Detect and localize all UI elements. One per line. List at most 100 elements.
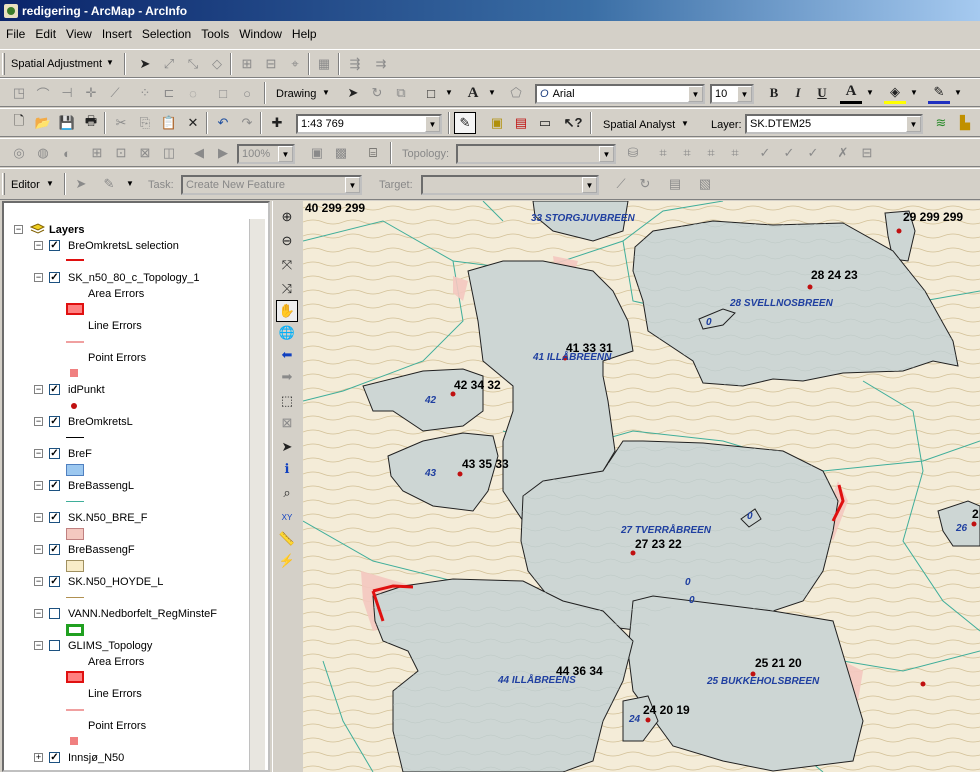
limited-adjustment-area-icon[interactable]: ⊟ [260, 53, 282, 75]
editor-toolbar-icon[interactable]: ✎ [454, 112, 476, 134]
measure-icon[interactable]: 📏 [276, 528, 298, 550]
full-extent-icon[interactable]: 🌐 [276, 322, 298, 344]
next-extent-icon[interactable]: ▶ [212, 142, 234, 164]
modify-link-icon[interactable]: ⤡ [182, 53, 204, 75]
open-folder-icon[interactable]: 📂 [32, 112, 54, 134]
collapse-icon[interactable]: − [34, 513, 43, 522]
toggle-draft-icon[interactable]: ▣ [306, 142, 328, 164]
georef-icon-6[interactable]: ⁘ [134, 82, 156, 104]
save-icon[interactable]: 💾 [56, 112, 78, 134]
chevron-down-icon[interactable]: ▼ [126, 179, 134, 188]
fixed-zoom-out-icon[interactable]: ⤨ [276, 278, 298, 300]
chevron-down-icon[interactable]: ▼ [106, 58, 114, 67]
error-inspector-icon[interactable]: ⊟ [856, 142, 878, 164]
undo-icon[interactable]: ↶ [212, 112, 234, 134]
zoom-in-icon[interactable]: ⊕ [276, 206, 298, 228]
validate-2-icon[interactable]: ✓ [778, 142, 800, 164]
cut-icon[interactable]: ✂ [110, 112, 132, 134]
layer-checkbox[interactable]: ✓ [49, 272, 60, 283]
arctoolbox-icon[interactable]: ▤ [510, 112, 532, 134]
attributes-icon[interactable]: ▤ [664, 173, 686, 195]
layer-checkbox[interactable] [49, 640, 60, 651]
fixed-zoom-in-icon[interactable]: ⤧ [276, 254, 298, 276]
sketch-tool-icon[interactable]: ✎ [98, 173, 120, 195]
new-displacement-link-icon[interactable]: ⤢ [158, 53, 180, 75]
layer-sk-n50-bre-f[interactable]: SK.N50_BRE_F [68, 512, 147, 524]
topology-edit-3-icon[interactable]: ⌗ [700, 142, 722, 164]
georef-icon-5[interactable]: ⟋ [104, 82, 126, 104]
layer-checkbox[interactable]: ✓ [49, 752, 60, 763]
edit-tool-icon[interactable]: ➤ [70, 173, 92, 195]
layer-checkbox[interactable]: ✓ [49, 544, 60, 555]
rectangle-icon[interactable]: □ [212, 82, 234, 104]
menu-window[interactable]: Window [239, 27, 282, 41]
fill-color-icon[interactable]: ◈ [884, 82, 906, 104]
whats-this-icon[interactable]: ↖? [562, 112, 584, 134]
collapse-icon[interactable]: − [34, 545, 43, 554]
histogram-icon[interactable]: ▙ [954, 112, 976, 134]
select-features-icon[interactable]: ⬚ [276, 390, 298, 412]
layer-sk-n50-hoyde-l[interactable]: SK.N50_HOYDE_L [68, 576, 163, 588]
fix-topology-error-icon[interactable]: ✗ [832, 142, 854, 164]
layer-brebassengf[interactable]: BreBassengF [68, 544, 135, 556]
previous-extent-icon[interactable]: ◀ [188, 142, 210, 164]
toc-root-layers[interactable]: Layers [49, 224, 84, 236]
circle-icon[interactable]: ○ [236, 82, 258, 104]
validate-1-icon[interactable]: ✓ [754, 142, 776, 164]
font-size-select[interactable]: 10 ▼ [710, 84, 754, 104]
italic-button[interactable]: I [787, 82, 809, 104]
toolbar-grip[interactable] [2, 53, 5, 75]
editor-menu[interactable]: Editor [11, 179, 40, 191]
map-topology-icon[interactable]: ⛁ [622, 142, 644, 164]
new-rectangle-icon[interactable]: □ [420, 82, 442, 104]
layer-idpunkt[interactable]: idPunkt [68, 384, 105, 396]
topology-tool-2-icon[interactable]: ◍ [32, 142, 54, 164]
spatial-analyst-menu[interactable]: Spatial Analyst [603, 119, 675, 131]
redo-icon[interactable]: ↷ [236, 112, 258, 134]
layer-vann-nedborfelt[interactable]: VANN.Nedborfelt_RegMinsteF [68, 608, 217, 620]
layer-checkbox[interactable]: ✓ [49, 416, 60, 427]
new-text-icon[interactable]: A [462, 82, 484, 104]
topology-edit-1-icon[interactable]: ⌗ [652, 142, 674, 164]
georef-icon-8[interactable]: ◌ [182, 82, 204, 104]
go-to-xy-icon[interactable]: XY [276, 506, 298, 528]
menu-selection[interactable]: Selection [142, 27, 191, 41]
layer-sk-topology[interactable]: SK_n50_80_c_Topology_1 [68, 272, 200, 284]
arccatalog-icon[interactable]: ▣ [486, 112, 508, 134]
rotate-icon[interactable]: ↻ [366, 82, 388, 104]
chevron-down-icon[interactable]: ▼ [445, 88, 453, 97]
new-document-icon[interactable]: 🗋 [8, 112, 30, 134]
layer-checkbox[interactable]: ✓ [49, 576, 60, 587]
collapse-icon[interactable]: − [34, 481, 43, 490]
chevron-down-icon[interactable]: ▼ [866, 88, 874, 97]
georef-icon-4[interactable]: ✛ [80, 82, 102, 104]
layer-breomkretsl-selection[interactable]: BreOmkretsL selection [68, 240, 179, 252]
task-select[interactable]: Create New Feature ▼ [181, 175, 362, 195]
add-data-icon[interactable]: ✚ [266, 112, 288, 134]
clear-selection-icon[interactable]: ⊠ [276, 412, 298, 434]
zoom-page-icon[interactable]: ⊠ [134, 142, 156, 164]
georef-icon-7[interactable]: ⊏ [158, 82, 180, 104]
copy-icon[interactable]: ⎘ [134, 112, 156, 134]
topology-tool-3-icon[interactable]: ◐ [56, 142, 78, 164]
expand-icon[interactable]: + [34, 753, 43, 762]
print-icon[interactable]: 🖶 [80, 112, 102, 134]
map-scale-input[interactable]: 1:43 769 ▼ [296, 114, 442, 134]
collapse-icon[interactable]: − [34, 609, 43, 618]
layer-innsjo-n50[interactable]: Innsjø_N50 [68, 752, 124, 764]
topology-tool-1-icon[interactable]: ◎ [8, 142, 30, 164]
menu-view[interactable]: View [66, 27, 92, 41]
target-select[interactable]: ▼ [421, 175, 599, 195]
layer-checkbox[interactable]: ✓ [49, 240, 60, 251]
layer-checkbox[interactable]: ✓ [49, 512, 60, 523]
forward-extent-icon[interactable]: ➡ [276, 366, 298, 388]
identify-icon[interactable]: ℹ [276, 458, 298, 480]
command-line-icon[interactable]: ▭ [534, 112, 556, 134]
toc-scrollbar[interactable] [249, 219, 265, 770]
layer-checkbox[interactable]: ✓ [49, 384, 60, 395]
identity-link-icon[interactable]: ⊞ [236, 53, 258, 75]
layer-checkbox[interactable]: ✓ [49, 448, 60, 459]
font-color-icon[interactable]: A [840, 82, 862, 104]
collapse-icon[interactable]: − [14, 225, 23, 234]
zoom-whole-page-icon[interactable]: ⧉ [390, 82, 412, 104]
